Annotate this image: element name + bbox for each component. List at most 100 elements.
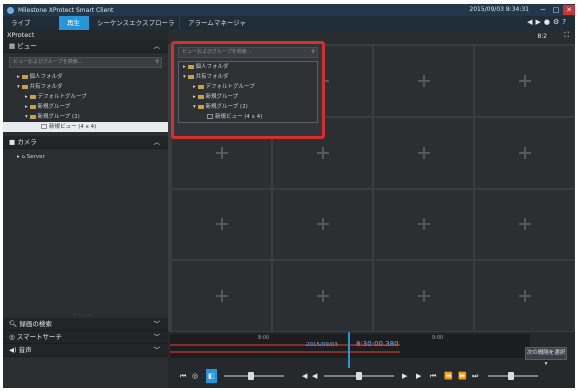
tree-item-default-group[interactable]: ▸ デフォルトグループ [3, 92, 168, 102]
popup-item-new-view[interactable]: 新規ビュー (4 x 4) [179, 112, 317, 122]
camera-tile[interactable] [273, 189, 372, 260]
next-frame-icon[interactable]: ⏩ [458, 369, 467, 383]
tree-item-new-view[interactable]: 新規ビュー (4 x 4) [3, 122, 168, 132]
mode-toggle-icon[interactable]: ◧ [206, 369, 217, 383]
camera-tile[interactable] [273, 261, 372, 331]
views-section-header[interactable]: ▦ ビュー ︿ [3, 40, 168, 53]
popup-search-placeholder: ビューおよびグループを検索... [182, 49, 252, 55]
folder-icon [29, 104, 36, 109]
empty-slot-icon [316, 146, 329, 159]
tab-playback[interactable]: 再生 [59, 16, 89, 30]
camera-tile[interactable] [374, 46, 473, 116]
tree-item-personal-folder[interactable]: ▸ 個人フォルダ [3, 72, 168, 82]
camera-tile[interactable] [475, 46, 574, 116]
folder-icon [29, 94, 36, 99]
toolbar-icons: ◀▶●⚙? [527, 18, 569, 26]
tree-item-new-group[interactable]: ▸ 新規グループ [3, 102, 168, 112]
speaker-icon: ◀) [9, 346, 19, 354]
sidebar: XProtect ▦ ビュー ︿ ビューおよびグループを検索... ⚲ ▸ 個人… [3, 30, 168, 388]
next-sequence-icon[interactable]: ⏭ [472, 369, 478, 383]
tab-sequence-explorer[interactable]: シーケンスエクスプローラ [89, 16, 179, 30]
empty-slot-icon [417, 146, 430, 159]
fullscreen-icon[interactable]: ⛶ [564, 31, 569, 40]
search-icon[interactable]: ⚲ [311, 48, 315, 57]
folder-icon [187, 74, 194, 79]
skip-start-icon[interactable]: ⏮ [180, 369, 186, 383]
camera-tile[interactable] [172, 261, 271, 331]
camera-tile[interactable] [475, 261, 574, 331]
chevron-down-icon: ﹀ [153, 320, 161, 328]
back-icon[interactable]: ◀ [527, 18, 535, 26]
timeline-date: 2015/09/03 [306, 342, 338, 348]
folder-icon [197, 94, 204, 99]
view-grid-icon [41, 124, 47, 129]
audio-section[interactable]: ◀) 音声 ﹀ [3, 344, 168, 357]
chevron-down-icon: ﹀ [153, 333, 161, 341]
tree-item-new-group-2[interactable]: ▾ 新規グループ (2) [3, 112, 168, 122]
app-title: Milestone XProtect Smart Client [18, 6, 114, 14]
forward-icon[interactable]: ▶ [536, 18, 544, 26]
empty-slot-icon [417, 290, 430, 303]
empty-slot-icon [316, 290, 329, 303]
camera-tile[interactable] [475, 117, 574, 188]
views-tree: ▸ 個人フォルダ ▾ 共有フォルダ ▸ デフォルトグループ ▸ 新規グループ ▾… [3, 72, 168, 132]
search-icon[interactable]: ⚲ [155, 58, 159, 67]
view-search-placeholder: ビューおよびグループを検索... [13, 59, 83, 65]
minimize-icon[interactable]: ─ [537, 5, 549, 15]
popup-item-default-group[interactable]: ▸ デフォルトグループ [179, 82, 317, 92]
play-icon[interactable]: ▶ [402, 369, 407, 383]
tree-item-server[interactable]: ▸ ⌂ Server [3, 152, 168, 162]
fast-forward-icon[interactable]: ▶ [416, 369, 421, 383]
zoom-slider[interactable] [488, 372, 538, 380]
app-logo-icon [7, 6, 14, 14]
settings-icon[interactable]: ⚙ [553, 18, 562, 26]
rewind-icon[interactable]: ◀ [312, 369, 317, 383]
camera-tile[interactable] [172, 189, 271, 260]
playback-controls: ⏮ ◎ ◧ ◀ ◀ ▶ ▶ ⏮ ⏪ ⏩ ⏭ [172, 369, 572, 383]
camera-capture-icon[interactable]: ◎ [192, 369, 198, 383]
cameras-section-header[interactable]: ■ カメラ ︿ [3, 136, 168, 149]
camera-tile[interactable] [374, 117, 473, 188]
reverse-step-icon[interactable]: ◀ [302, 369, 307, 383]
popup-search-input[interactable]: ビューおよびグループを検索... ⚲ [178, 47, 318, 58]
close-icon[interactable]: ✕ [563, 5, 575, 15]
tab-live[interactable]: ライブ [3, 16, 59, 30]
view-grid-icon [207, 114, 213, 119]
smart-search-section[interactable]: ◎ スマートサーチ ﹀ [3, 331, 168, 344]
empty-slot-icon [215, 146, 228, 159]
camera-tile[interactable] [374, 189, 473, 260]
popup-item-shared-folder[interactable]: ▾ 共有フォルダ [179, 72, 317, 82]
timeline-track[interactable]: 8:00 9:00 2015/09/03 8:30:00.380 [170, 334, 530, 358]
popup-tree: ▸ 個人フォルダ ▾ 共有フォルダ ▸ デフォルトグループ ▸ 新規グループ ▾… [178, 61, 318, 123]
empty-slot-icon [518, 146, 531, 159]
help-icon[interactable]: ? [562, 18, 569, 26]
current-time: 8:30:00.380 [356, 340, 399, 348]
tab-alarm-manager[interactable]: アラームマネージャ [179, 16, 269, 30]
prev-frame-icon[interactable]: ⏪ [444, 369, 453, 383]
tree-item-shared-folder[interactable]: ▾ 共有フォルダ [3, 82, 168, 92]
maximize-icon[interactable]: □ [550, 5, 562, 15]
time-cursor[interactable] [348, 332, 350, 368]
status-icon[interactable]: ● [544, 18, 553, 26]
resize-grip[interactable]: ....... [73, 310, 93, 317]
slider-knob[interactable] [356, 372, 362, 380]
popup-item-new-group[interactable]: ▸ 新規グループ [179, 92, 317, 102]
camera-tile[interactable] [374, 261, 473, 331]
time-select-button[interactable]: 次の間隔を選択 ▾ [525, 347, 567, 367]
prev-sequence-icon[interactable]: ⏮ [430, 369, 436, 383]
view-search-input[interactable]: ビューおよびグループを検索... ⚲ [9, 57, 162, 68]
recording-search-section[interactable]: 🔍︎ 録画の検索 ﹀ [3, 318, 168, 331]
folder-icon [21, 84, 28, 89]
cameras-section-label: カメラ [17, 138, 37, 146]
slider-knob[interactable] [248, 372, 254, 380]
slider-knob[interactable] [508, 372, 514, 380]
chevron-down-icon: ﹀ [153, 346, 161, 354]
popup-item-new-group-2[interactable]: ▾ 新規グループ (2) [179, 102, 317, 112]
speed-slider[interactable] [224, 372, 284, 380]
app-window: Milestone XProtect Smart Client 2015/09/… [3, 4, 575, 388]
sidebar-header: XProtect [3, 30, 168, 40]
camera-tile[interactable] [475, 189, 574, 260]
views-icon: ▦ [9, 42, 18, 50]
popup-item-personal-folder[interactable]: ▸ 個人フォルダ [179, 62, 317, 72]
jog-slider[interactable] [324, 372, 394, 380]
